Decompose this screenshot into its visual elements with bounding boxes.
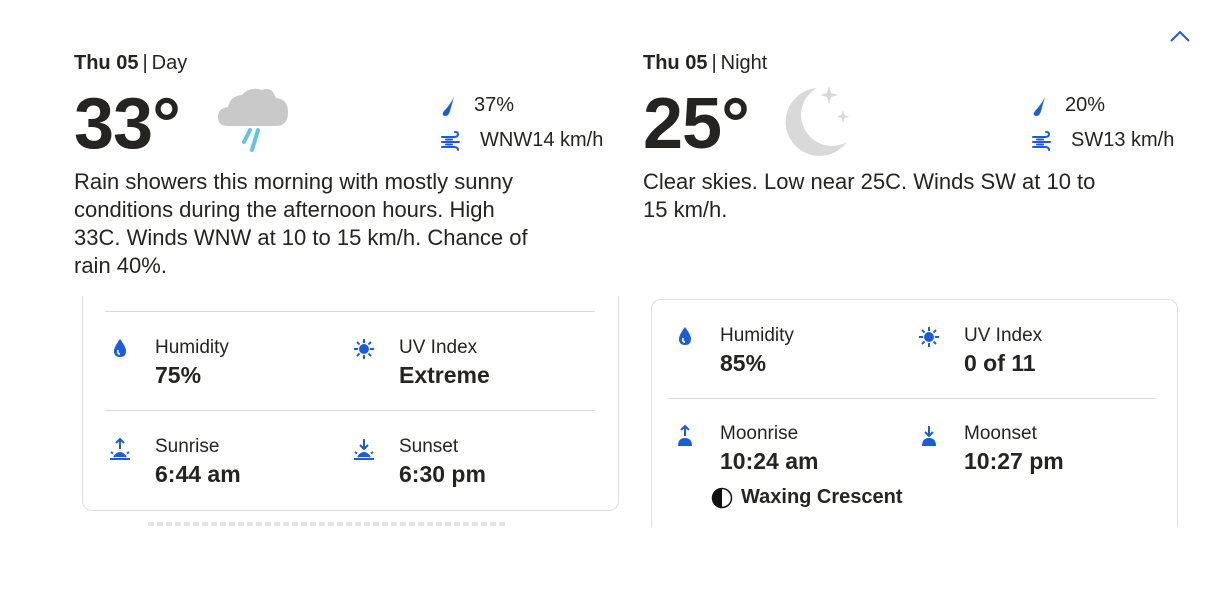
uv-value: Extreme — [399, 362, 490, 388]
day-humidity: Humidity 75% — [109, 336, 229, 390]
night-date: Thu 05 — [643, 52, 708, 74]
humidity-label: Humidity — [155, 337, 229, 358]
day-title: Thu 05 | Day — [74, 52, 187, 75]
waxing-crescent-moon-icon — [711, 487, 733, 508]
moon-phase-label: Waxing Crescent — [741, 486, 903, 508]
day-details-card: Humidity 75% UV Index Extreme Sunrise 6:44 … — [82, 296, 619, 511]
divider — [105, 311, 595, 312]
night-uv-index: UV Index 0 of 11 — [918, 324, 1042, 378]
raindrop-icon — [442, 96, 454, 116]
clear-night-moon-icon — [785, 86, 849, 156]
moonset-icon — [922, 426, 936, 446]
humidity-drop-icon — [114, 339, 126, 357]
wind-icon — [441, 130, 460, 151]
moonrise-label: Moonrise — [720, 423, 799, 444]
night-precip-chance: 20% — [1031, 94, 1105, 117]
wind-icon — [1032, 130, 1051, 151]
day-sunset: Sunset 6:30 pm — [353, 435, 486, 489]
sunset-value: 6:30 pm — [399, 461, 486, 487]
night-wind: SW13 km/h — [1031, 129, 1174, 152]
moonset-label: Moonset — [964, 423, 1037, 444]
title-separator: | — [142, 52, 148, 74]
night-period: Night — [720, 52, 768, 74]
night-precip-value: 20% — [1065, 94, 1106, 116]
sunrise-value: 6:44 am — [155, 461, 241, 487]
day-narrative: Rain showers this morning with mostly su… — [74, 169, 528, 278]
day-date: Thu 05 — [74, 52, 139, 74]
sunset-icon — [354, 439, 374, 460]
night-title: Thu 05 | Night — [643, 52, 767, 75]
humidity-value: 75% — [155, 362, 202, 388]
day-precip-value: 37% — [474, 94, 515, 116]
divider — [668, 398, 1156, 399]
collapse-button[interactable] — [1166, 24, 1194, 48]
title-separator: | — [711, 52, 717, 74]
day-wind: WNW14 km/h — [440, 129, 603, 152]
moonset-value: 10:27 pm — [964, 448, 1064, 474]
uv-label: UV Index — [964, 325, 1043, 346]
sun-icon — [354, 339, 374, 359]
sunset-label: Sunset — [399, 436, 459, 457]
day-temperature: 33° — [74, 84, 181, 164]
night-temperature: 25° — [643, 84, 750, 164]
humidity-drop-icon — [679, 327, 691, 345]
sunrise-label: Sunrise — [155, 436, 220, 457]
day-precip-chance: 37% — [440, 94, 514, 117]
uv-label: UV Index — [399, 337, 478, 358]
day-uv-index: UV Index Extreme — [353, 336, 490, 390]
humidity-value: 85% — [720, 350, 767, 376]
moonrise-value: 10:24 am — [720, 448, 819, 474]
night-wind-value: SW13 km/h — [1071, 129, 1175, 151]
divider — [105, 410, 595, 411]
next-section-peek — [148, 520, 508, 526]
night-details-card: Humidity 85% UV Index 0 of 11 Moonrise 10:2… — [651, 299, 1178, 527]
night-moonrise: Moonrise 10:24 am — [674, 422, 818, 476]
sunrise-icon — [110, 437, 130, 460]
moonrise-icon — [678, 424, 692, 446]
sun-icon — [919, 327, 939, 347]
day-period: Day — [151, 52, 188, 74]
rain-shower-cloud-icon — [218, 88, 288, 152]
night-moonset: Moonset 10:27 pm — [918, 422, 1064, 476]
humidity-label: Humidity — [720, 325, 794, 346]
moon-phase: Waxing Crescent — [711, 486, 903, 509]
day-wind-value: WNW14 km/h — [480, 129, 604, 151]
day-sunrise: Sunrise 6:44 am — [109, 435, 241, 489]
chevron-up-icon — [1170, 30, 1190, 42]
night-humidity: Humidity 85% — [674, 324, 794, 378]
raindrop-icon — [1033, 96, 1045, 116]
night-narrative: Clear skies. Low near 25C. Winds SW at 1… — [643, 169, 1096, 222]
uv-value: 0 of 11 — [964, 350, 1036, 376]
